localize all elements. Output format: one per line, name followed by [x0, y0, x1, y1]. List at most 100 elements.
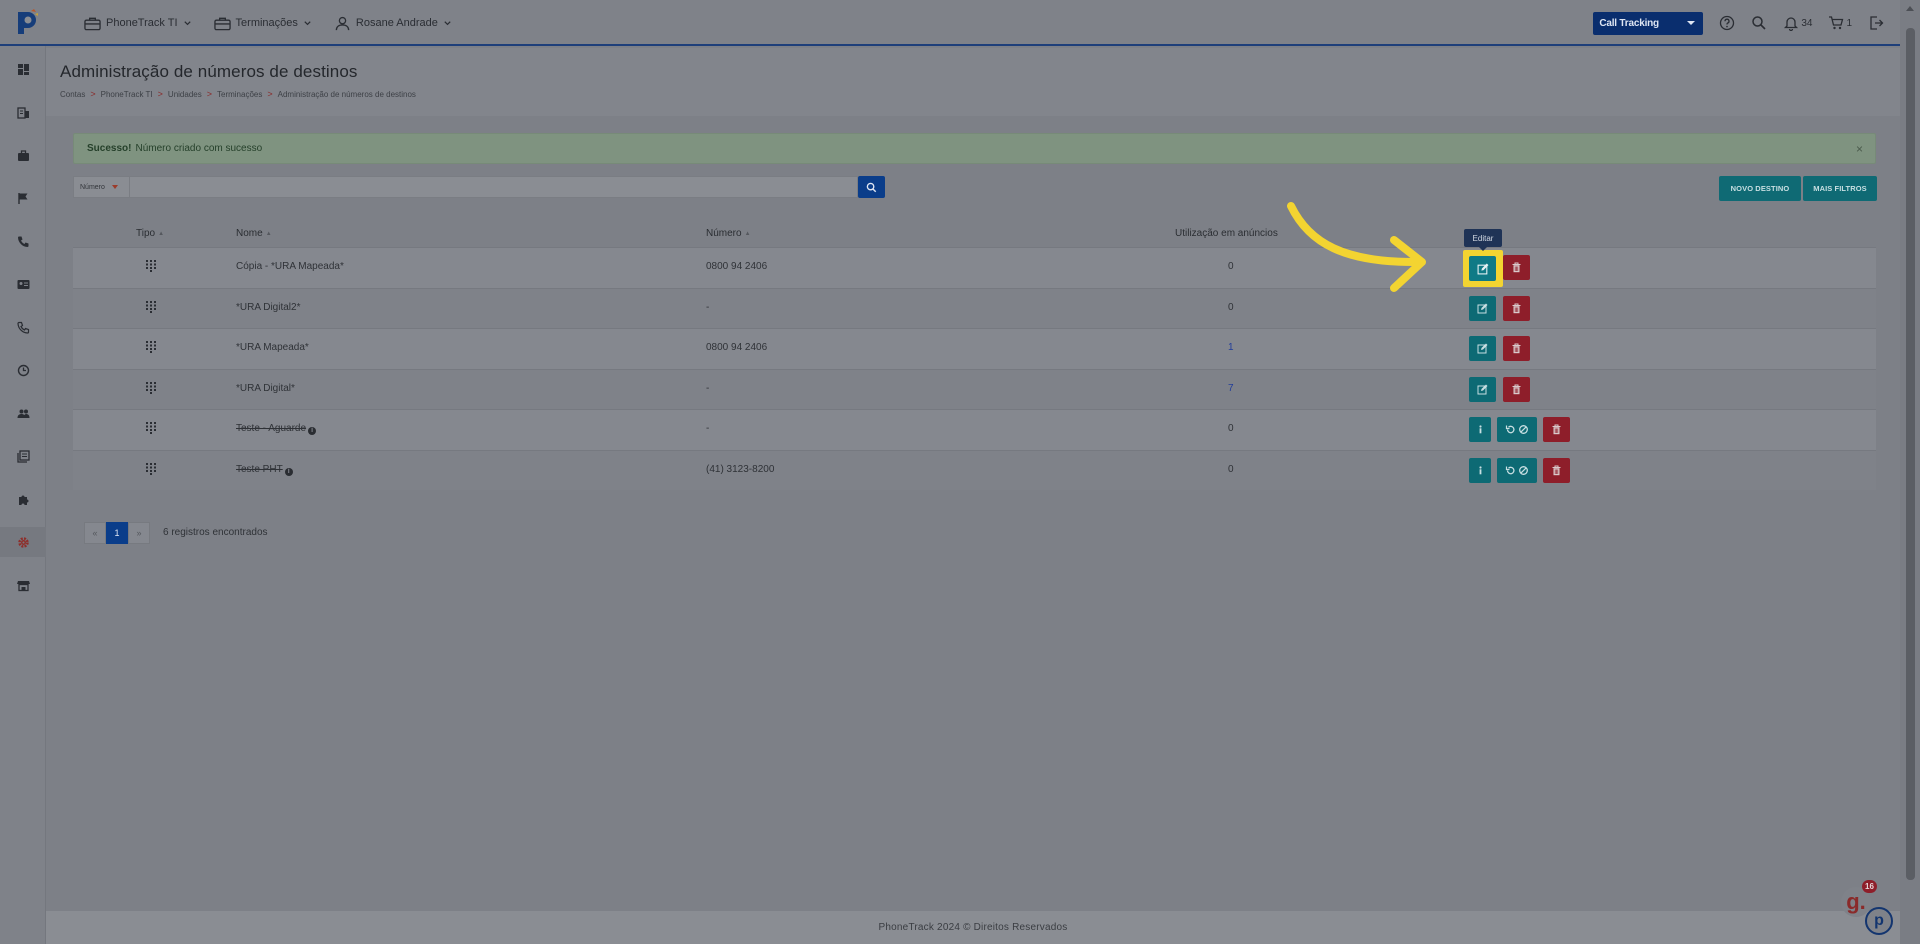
- info-circle-icon: i: [284, 467, 293, 476]
- breadcrumb-item-account[interactable]: PhoneTrack TI: [101, 90, 153, 99]
- edit-button[interactable]: [1469, 295, 1496, 321]
- scroll-up-icon[interactable]: [1906, 6, 1914, 11]
- scrollbar-thumb[interactable]: [1906, 28, 1915, 880]
- help-button[interactable]: [1719, 15, 1735, 31]
- search-button[interactable]: [1751, 15, 1767, 31]
- column-header-numero-label: Número: [706, 228, 742, 239]
- destination-number: -: [706, 423, 710, 434]
- delete-button[interactable]: [1503, 255, 1530, 280]
- edit-tooltip: Editar: [1464, 229, 1502, 251]
- destination-usage-link[interactable]: 7: [1228, 383, 1234, 394]
- destination-name-cell: Teste - Aguarde i: [236, 423, 317, 435]
- bell-icon: [1784, 17, 1799, 31]
- chevron-down-icon: [444, 20, 451, 25]
- trash-icon: [1512, 343, 1521, 354]
- restore-button[interactable]: [1497, 457, 1537, 483]
- delete-button[interactable]: [1503, 376, 1530, 402]
- sidebar-item-store[interactable]: [0, 570, 46, 600]
- destination-usage: 0: [1228, 463, 1234, 475]
- nav-user-dropdown[interactable]: Rosane Andrade: [334, 16, 452, 31]
- chat-widget-button[interactable]: p: [1865, 907, 1893, 935]
- table-header: Tipo ▲ Nome ▲ Número ▲ Utilização em anúnci…: [73, 224, 1876, 247]
- cart-icon: [1829, 16, 1844, 30]
- sort-icon: ▲: [265, 230, 272, 237]
- search-input[interactable]: [130, 176, 858, 198]
- phonetrack-logo[interactable]: [14, 8, 40, 36]
- destination-usage-link[interactable]: 1: [1228, 342, 1234, 353]
- delete-button[interactable]: [1543, 417, 1570, 442]
- logout-button[interactable]: [1868, 15, 1884, 31]
- destination-name-cell: Teste PHT i: [236, 464, 293, 476]
- restore-button[interactable]: [1497, 417, 1537, 442]
- sidebar-item-integrations[interactable]: [0, 484, 46, 514]
- phone-call-icon: [16, 321, 29, 334]
- sidebar-item-dashboard[interactable]: [0, 54, 46, 84]
- edit-button-highlighted[interactable]: [1469, 256, 1496, 281]
- search-bar: Número: [73, 176, 858, 198]
- edit-button[interactable]: [1469, 376, 1496, 402]
- sidebar-item-companies[interactable]: [0, 97, 46, 127]
- ivr-dialpad-icon: [145, 340, 157, 356]
- search-submit-button[interactable]: [858, 176, 885, 198]
- breadcrumb-separator-icon: >: [267, 89, 273, 99]
- sidebar-item-users[interactable]: [0, 398, 46, 428]
- breadcrumb-separator-icon: >: [90, 89, 96, 99]
- building-icon: [16, 106, 29, 119]
- search-icon: [866, 182, 877, 192]
- sidebar-item-settings[interactable]: [0, 527, 46, 557]
- sidebar-item-campaigns[interactable]: [0, 183, 46, 213]
- column-header-numero[interactable]: Número ▲: [706, 228, 751, 239]
- pagination-next[interactable]: »: [128, 522, 150, 544]
- nav-account-dropdown[interactable]: PhoneTrack TI: [84, 16, 192, 31]
- breadcrumb-item-units[interactable]: Unidades: [168, 90, 202, 99]
- table-row: Teste PHT i (41) 3123-8200 0: [73, 449, 1876, 490]
- destination-usage: 0: [1228, 261, 1234, 272]
- breadcrumb-item-contas[interactable]: Contas: [60, 90, 85, 99]
- edit-button[interactable]: [1469, 336, 1496, 361]
- clock-icon: [17, 364, 29, 376]
- store-icon: [16, 580, 30, 591]
- ivr-dialpad-icon: [145, 462, 157, 478]
- nav-terminations-dropdown[interactable]: Terminações: [213, 16, 312, 31]
- alert-message: Número criado com sucesso: [135, 143, 263, 154]
- undo-icon: [1505, 425, 1515, 434]
- delete-button[interactable]: [1503, 295, 1530, 321]
- sidebar-item-reports[interactable]: [0, 441, 46, 471]
- destination-number: (41) 3123-8200: [706, 463, 775, 475]
- sidebar-item-contacts[interactable]: [0, 269, 46, 299]
- sidebar-item-calls[interactable]: [0, 226, 46, 256]
- pagination-prev[interactable]: «: [84, 522, 106, 544]
- edit-icon: [1477, 343, 1488, 354]
- column-header-tipo[interactable]: Tipo ▲: [136, 228, 164, 239]
- ivr-dialpad-icon: [145, 259, 157, 275]
- info-button[interactable]: [1469, 417, 1491, 442]
- delete-button[interactable]: [1543, 457, 1570, 483]
- sidebar-item-phone-lines[interactable]: [0, 312, 46, 342]
- briefcase-icon: [17, 149, 29, 161]
- pagination: « 1 »: [84, 522, 150, 544]
- briefcase-icon: [84, 17, 101, 30]
- sidebar: [0, 46, 46, 944]
- column-header-nome[interactable]: Nome ▲: [236, 228, 272, 239]
- sidebar-item-units[interactable]: [0, 140, 46, 170]
- edit-icon: [1477, 384, 1488, 394]
- cart-button[interactable]: 1: [1828, 15, 1852, 31]
- sidebar-item-history[interactable]: [0, 355, 46, 385]
- more-filters-button[interactable]: MAIS FILTROS: [1803, 176, 1877, 201]
- top-navigation: PhoneTrack TI Terminações Rosane Andrade: [84, 0, 452, 46]
- column-header-utilizacao-label: Utilização em anúncios: [1175, 228, 1278, 239]
- pagination-page-1[interactable]: 1: [106, 522, 128, 544]
- info-button[interactable]: [1469, 457, 1491, 483]
- breadcrumb-item-terminations[interactable]: Terminações: [217, 90, 262, 99]
- alert-close-button[interactable]: ×: [1856, 142, 1863, 156]
- notifications-button[interactable]: 34: [1783, 15, 1812, 31]
- trash-icon: [1512, 303, 1521, 313]
- notifications-count: 34: [1801, 17, 1813, 29]
- chevron-down-icon: [304, 20, 311, 25]
- product-select[interactable]: Call Tracking: [1593, 11, 1704, 35]
- delete-button[interactable]: [1503, 336, 1530, 361]
- search-field-select[interactable]: Número: [73, 176, 130, 198]
- info-icon: [1478, 425, 1482, 434]
- top-bar: PhoneTrack TI Terminações Rosane Andrade…: [0, 0, 1900, 46]
- new-destination-button[interactable]: NOVO DESTINO: [1719, 176, 1801, 201]
